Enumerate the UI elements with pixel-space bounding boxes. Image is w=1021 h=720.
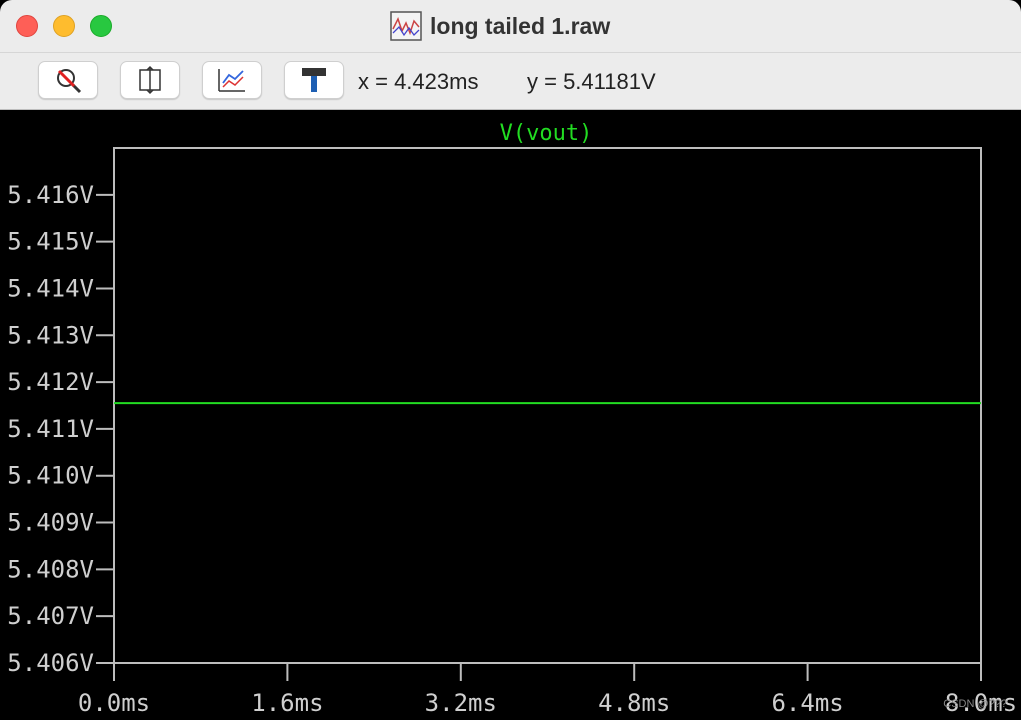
x-tick-label: 1.6ms bbox=[251, 689, 323, 717]
y-tick-label: 5.409V bbox=[7, 509, 94, 537]
ltspice-waveform-window: long tailed 1.raw x = 4.423ms y = 5.4118… bbox=[0, 0, 1021, 720]
window-title: long tailed 1.raw bbox=[430, 12, 611, 39]
plot-area[interactable]: V(vout) 5.416V 5.415V 5.414V 5.413V 5.412V 5.… bbox=[0, 110, 1021, 720]
minimize-window-button[interactable] bbox=[53, 15, 75, 37]
x-tick-label: 4.8ms bbox=[598, 689, 670, 717]
y-tick-label: 5.411V bbox=[7, 415, 94, 443]
autorange-icon bbox=[139, 65, 161, 95]
watermark: CSDN @??? bbox=[943, 698, 1007, 710]
y-tick-label: 5.416V bbox=[7, 181, 94, 209]
x-tick-label: 3.2ms bbox=[425, 689, 497, 717]
maximize-window-button[interactable] bbox=[90, 15, 112, 37]
y-axis: 5.416V 5.415V 5.414V 5.413V 5.412V 5.411V 5.41… bbox=[7, 181, 114, 677]
cursor-x-readout: x = 4.423ms bbox=[358, 69, 479, 94]
toolbar: x = 4.423ms y = 5.41181V bbox=[0, 53, 1021, 110]
zoom-back-icon bbox=[218, 69, 245, 92]
title-bar: long tailed 1.raw bbox=[0, 0, 1021, 53]
x-tick-label: 0.0ms bbox=[78, 689, 150, 717]
y-tick-label: 5.414V bbox=[7, 274, 94, 302]
x-axis: 0.0ms 1.6ms 3.2ms 4.8ms 6.4ms 8.0ms bbox=[78, 663, 1017, 717]
y-tick-label: 5.410V bbox=[7, 462, 94, 490]
x-tick-label: 6.4ms bbox=[771, 689, 843, 717]
trace-label-vout[interactable]: V(vout) bbox=[500, 121, 593, 146]
y-tick-label: 5.406V bbox=[7, 649, 94, 677]
autorange-button[interactable] bbox=[120, 61, 180, 99]
y-tick-label: 5.408V bbox=[7, 555, 94, 583]
close-window-button[interactable] bbox=[16, 15, 38, 37]
zoom-cancel-button[interactable] bbox=[38, 61, 98, 99]
y-tick-label: 5.415V bbox=[7, 228, 94, 256]
y-tick-label: 5.407V bbox=[7, 602, 94, 630]
cursor-y-readout: y = 5.41181V bbox=[527, 69, 656, 94]
zoom-cancel-icon bbox=[57, 69, 82, 94]
y-tick-label: 5.413V bbox=[7, 321, 94, 349]
hammer-icon bbox=[302, 68, 326, 92]
waveform-plot[interactable]: V(vout) 5.416V5.415V5.414V5.413V5.412V5.… bbox=[0, 110, 1021, 720]
waveform-document-icon bbox=[390, 11, 422, 41]
window-title-group: long tailed 1.raw bbox=[390, 10, 610, 42]
zoom-back-button[interactable] bbox=[202, 61, 262, 99]
hammer-button[interactable] bbox=[284, 61, 344, 99]
y-tick-label: 5.412V bbox=[7, 368, 94, 396]
plot-frame bbox=[113, 147, 982, 664]
